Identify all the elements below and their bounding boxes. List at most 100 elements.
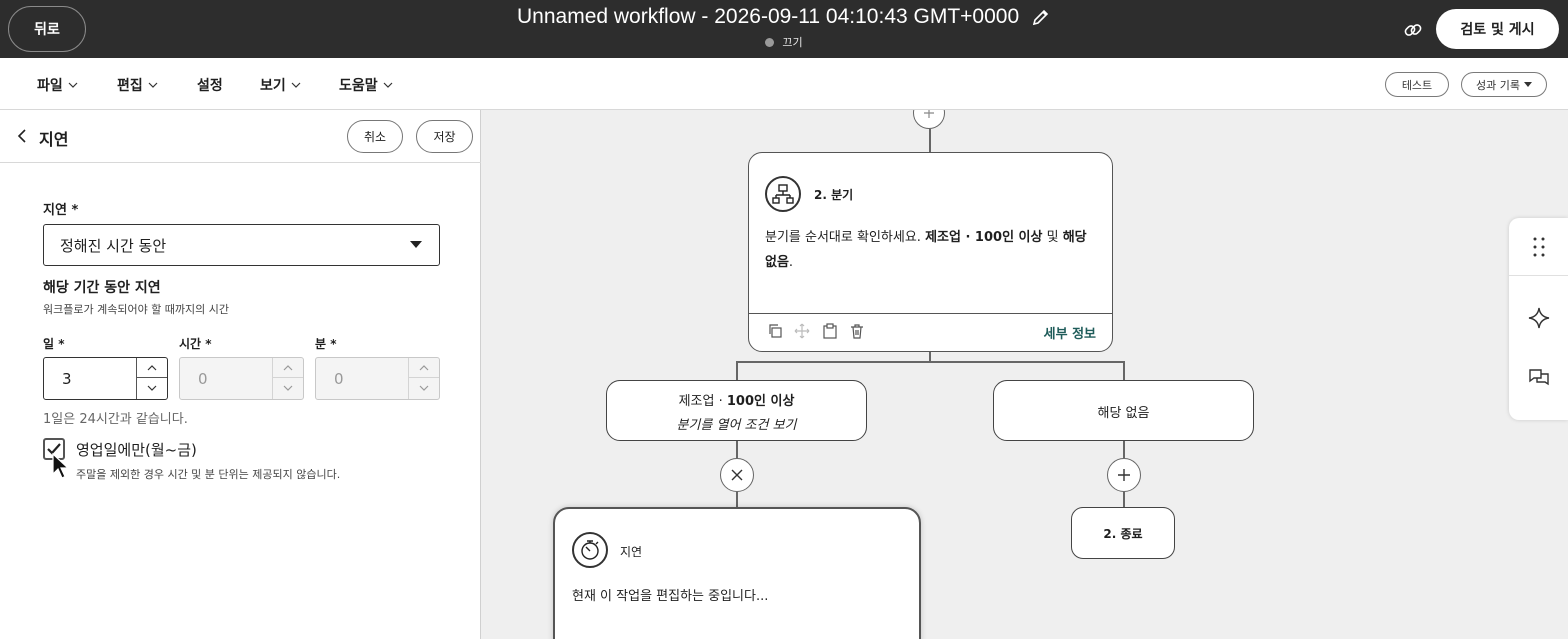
menu-view[interactable]: 보기 bbox=[260, 75, 301, 95]
drag-handle[interactable] bbox=[1509, 218, 1568, 276]
menu-file[interactable]: 파일 bbox=[37, 75, 78, 95]
performance-label: 성과 기록 bbox=[1476, 78, 1520, 92]
minutes-spinner bbox=[408, 358, 439, 399]
plus-icon bbox=[1118, 469, 1130, 481]
save-button[interactable]: 저장 bbox=[416, 120, 473, 153]
duration-subtitle: 워크플로가 계속되어야 할 때까지의 시간 bbox=[43, 303, 230, 316]
increment-button[interactable] bbox=[273, 358, 303, 378]
days-stepper[interactable]: 3 bbox=[43, 357, 168, 400]
branch-description: 분기를 순서대로 확인하세요. 제조업 · 100인 이상 및 해당 없음. bbox=[765, 225, 1100, 275]
connector-line bbox=[1123, 492, 1125, 507]
branch-step-card[interactable]: 2. 분기 분기를 순서대로 확인하세요. 제조업 · 100인 이상 및 해당… bbox=[748, 152, 1113, 352]
chevron-down-icon bbox=[148, 82, 158, 88]
menu-file-label: 파일 bbox=[37, 78, 63, 94]
branch-a-title: 제조업 · 100인 이상 bbox=[607, 390, 866, 409]
branch-a-title-prefix: 제조업 · bbox=[678, 394, 727, 409]
panel-title: 지연 bbox=[39, 130, 69, 149]
trash-icon[interactable] bbox=[849, 323, 865, 339]
decrement-button[interactable] bbox=[409, 378, 439, 398]
connector-line bbox=[736, 361, 1125, 363]
caret-down-icon bbox=[410, 241, 422, 248]
menu-view-label: 보기 bbox=[260, 78, 286, 94]
performance-button[interactable]: 성과 기록 bbox=[1461, 72, 1547, 97]
test-button[interactable]: 테스트 bbox=[1385, 72, 1449, 97]
business-days-note: 주말을 제외한 경우 시간 및 분 단위는 제공되지 않습니다. bbox=[76, 468, 341, 481]
remove-step-button[interactable] bbox=[720, 458, 754, 492]
ai-assistant-button[interactable] bbox=[1509, 298, 1568, 338]
day-note: 1일은 24시간과 같습니다. bbox=[43, 412, 188, 427]
branch-icon bbox=[765, 176, 801, 212]
delay-card-body: 현재 이 작업을 편집하는 중입니다... bbox=[572, 589, 769, 604]
decrement-button[interactable] bbox=[137, 378, 167, 398]
menu-edit-label: 편집 bbox=[117, 78, 143, 94]
workflow-status: 끄기 bbox=[0, 34, 1568, 50]
chevron-down-icon bbox=[383, 82, 393, 88]
stopwatch-icon bbox=[572, 532, 608, 568]
connector-line bbox=[929, 129, 931, 152]
pencil-icon[interactable] bbox=[1031, 7, 1051, 27]
workflow-title-text: Unnamed workflow - 2026-09-11 04:10:43 G… bbox=[517, 5, 1020, 28]
chevron-up-icon bbox=[419, 364, 429, 370]
comments-button[interactable] bbox=[1509, 358, 1568, 398]
link-icon[interactable] bbox=[1403, 20, 1423, 40]
branch-b-title: 해당 없음 bbox=[1097, 406, 1150, 421]
increment-button[interactable] bbox=[137, 358, 167, 378]
review-publish-button[interactable]: 검토 및 게시 bbox=[1436, 9, 1559, 49]
workflow-title[interactable]: Unnamed workflow - 2026-09-11 04:10:43 G… bbox=[0, 5, 1568, 29]
decrement-button[interactable] bbox=[273, 378, 303, 398]
chevron-up-icon bbox=[147, 364, 157, 370]
branch-desc-prefix: 분기를 순서대로 확인하세요. bbox=[765, 230, 926, 245]
menu-help-label: 도움말 bbox=[339, 78, 378, 94]
workflow-canvas[interactable]: 2. 분기 분기를 순서대로 확인하세요. 제조업 · 100인 이상 및 해당… bbox=[481, 110, 1568, 639]
increment-button[interactable] bbox=[409, 358, 439, 378]
top-bar: 뒤로 Unnamed workflow - 2026-09-11 04:10:4… bbox=[0, 0, 1568, 58]
chevron-down-icon bbox=[283, 385, 293, 391]
branch-desc-mid: 및 bbox=[1042, 230, 1063, 245]
clipboard-icon[interactable] bbox=[822, 323, 838, 339]
delay-step-card[interactable]: 지연 현재 이 작업을 편집하는 중입니다... bbox=[553, 507, 921, 639]
days-spinner bbox=[136, 358, 167, 399]
chevron-down-icon bbox=[68, 82, 78, 88]
delay-type-select[interactable]: 정해진 시간 동안 bbox=[43, 224, 440, 266]
delay-type-label: 지연 * bbox=[43, 203, 79, 218]
connector-line bbox=[1123, 361, 1125, 380]
move-icon[interactable] bbox=[794, 323, 810, 339]
menu-settings[interactable]: 설정 bbox=[197, 75, 223, 95]
business-days-label[interactable]: 영업일에만(월~금) bbox=[76, 439, 197, 460]
hours-input[interactable]: 0 bbox=[198, 370, 208, 388]
panel-header: 지연 취소 저장 bbox=[0, 110, 481, 163]
branch-desc-option-a: 제조업 · 100인 이상 bbox=[925, 230, 1043, 245]
status-text: 끄기 bbox=[782, 36, 803, 49]
hours-spinner bbox=[272, 358, 303, 399]
drag-handle-icon bbox=[1533, 237, 1544, 256]
chevron-down-icon bbox=[419, 385, 429, 391]
add-step-button[interactable] bbox=[1107, 458, 1141, 492]
end-node[interactable]: 2. 종료 bbox=[1071, 507, 1175, 559]
close-icon bbox=[731, 469, 743, 481]
connector-line bbox=[736, 361, 738, 380]
menu-edit[interactable]: 편집 bbox=[117, 75, 158, 95]
branch-title: 2. 분기 bbox=[814, 188, 854, 202]
details-link[interactable]: 세부 정보 bbox=[1044, 323, 1096, 342]
right-toolbar bbox=[1509, 218, 1568, 420]
caret-down-icon bbox=[1523, 81, 1532, 87]
copy-icon[interactable] bbox=[767, 323, 783, 339]
mouse-cursor-icon bbox=[52, 453, 70, 479]
connector-line bbox=[1123, 441, 1125, 458]
hours-stepper[interactable]: 0 bbox=[179, 357, 304, 400]
chevron-left-icon[interactable] bbox=[16, 128, 28, 144]
cancel-button[interactable]: 취소 bbox=[347, 120, 403, 153]
menu-help[interactable]: 도움말 bbox=[339, 75, 393, 95]
sparkle-icon bbox=[1528, 307, 1549, 329]
chevron-up-icon bbox=[283, 364, 293, 370]
comments-icon bbox=[1528, 369, 1549, 386]
minutes-input[interactable]: 0 bbox=[334, 370, 344, 388]
minutes-stepper[interactable]: 0 bbox=[315, 357, 440, 400]
days-input[interactable]: 3 bbox=[62, 370, 72, 388]
branch-a-node[interactable]: 제조업 · 100인 이상 분기를 열어 조건 보기 bbox=[606, 380, 867, 441]
status-dot-icon bbox=[765, 38, 775, 47]
branch-b-node[interactable]: 해당 없음 bbox=[993, 380, 1254, 441]
add-step-button[interactable] bbox=[913, 110, 945, 129]
menu-settings-label: 설정 bbox=[197, 78, 223, 94]
delay-card-title: 지연 bbox=[620, 545, 643, 559]
